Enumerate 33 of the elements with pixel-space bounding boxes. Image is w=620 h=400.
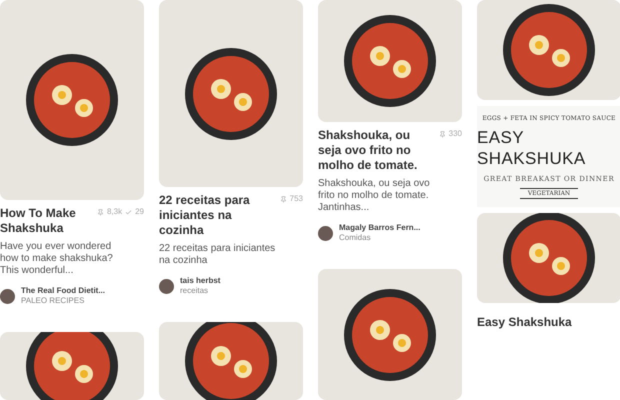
save-count: 330 — [448, 128, 462, 140]
pin-icon — [96, 208, 104, 216]
save-count: 8,3k — [106, 206, 122, 218]
pin-description: Have you ever wondered how to make shakshuka? This wonderful... — [0, 241, 114, 277]
pin-title[interactable]: 22 receitas para iniciantes na cozinha — [159, 193, 259, 238]
pin-title[interactable]: How To Make Shakshuka — [0, 206, 93, 236]
pin-icon — [280, 196, 287, 202]
check-icon — [125, 208, 132, 216]
photo-placeholder[interactable] — [159, 0, 303, 187]
author-name[interactable]: The Real Food Dietit... — [21, 286, 106, 296]
like-count: 29 — [135, 206, 144, 218]
photo-placeholder[interactable] — [318, 0, 462, 122]
author-name[interactable]: tais herbst — [180, 276, 220, 286]
photo-placeholder[interactable] — [318, 269, 462, 400]
avatar[interactable] — [0, 288, 15, 304]
graphic-heading: EASY SHAKSHUKA — [477, 127, 587, 170]
pin-description: Shakshouka, ou seja ovo frito no molho de tomate. Jantinhas... — [318, 178, 431, 214]
pin-description: 22 receitas para iniciantes na cozinha — [159, 243, 276, 267]
photo-placeholder[interactable] — [159, 322, 303, 400]
board-name[interactable]: receitas — [180, 286, 220, 296]
pin-icon — [438, 130, 446, 138]
pin-title[interactable]: Easy Shakshuka — [477, 315, 577, 330]
save-count: 753 — [290, 193, 303, 205]
pin-title[interactable]: Shakshouka, ou seja ovo frito no molho de tomate. — [318, 128, 418, 173]
author-name[interactable]: Magaly Barros Fern... — [339, 223, 420, 233]
photo-placeholder[interactable] — [477, 0, 620, 100]
photo-placeholder[interactable] — [0, 0, 144, 200]
board-name[interactable]: Comidas — [339, 233, 420, 243]
board-name[interactable]: PALEO RECIPES — [21, 296, 106, 306]
avatar[interactable] — [159, 278, 174, 294]
photo-placeholder[interactable] — [0, 332, 144, 400]
photo-placeholder[interactable] — [477, 213, 620, 303]
avatar[interactable] — [318, 226, 333, 240]
